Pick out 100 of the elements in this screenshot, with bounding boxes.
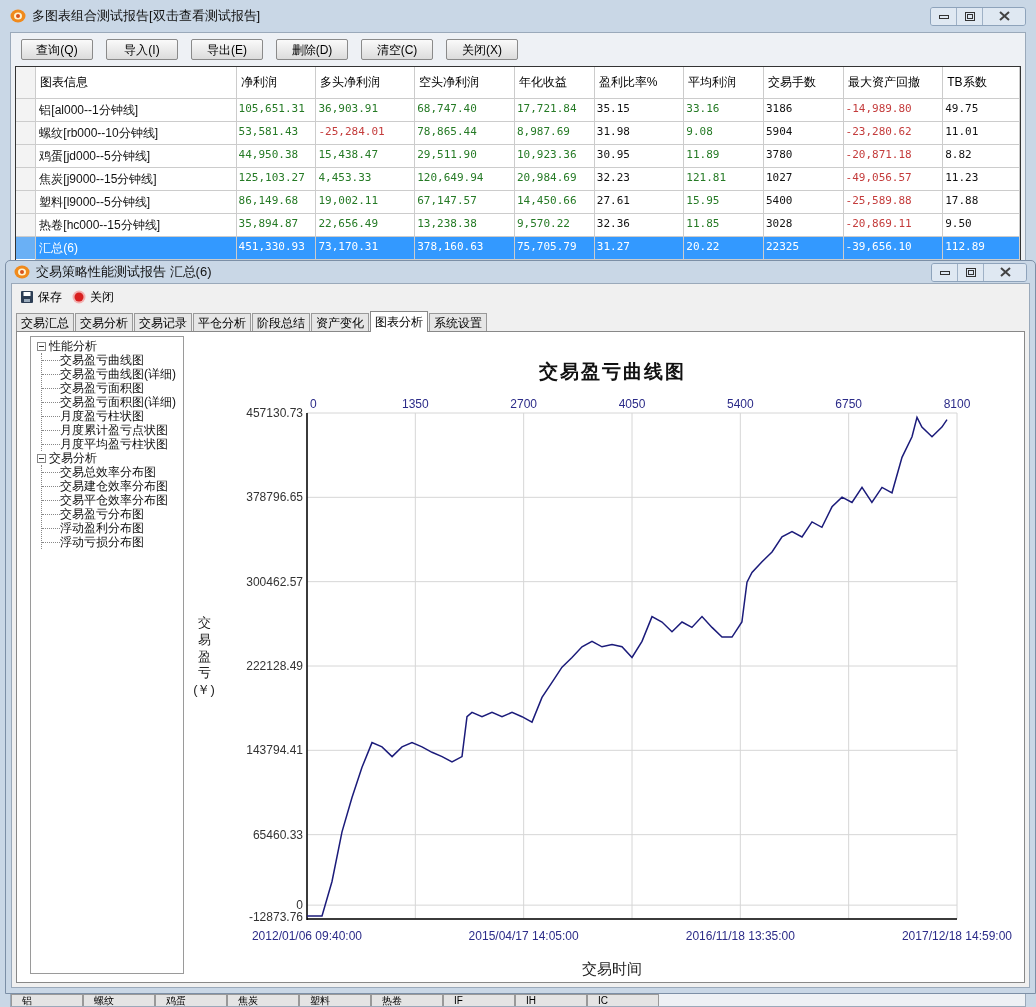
- table-cell: 112.89: [942, 236, 1020, 259]
- date-label: 2015/04/17 14:05:00: [468, 929, 579, 943]
- table-cell: 378,160.63: [414, 236, 515, 259]
- tab[interactable]: 交易记录: [134, 313, 192, 331]
- column-header[interactable]: 空头净利润: [414, 67, 515, 98]
- tree-group-label[interactable]: 性能分析: [49, 339, 97, 353]
- close-button[interactable]: [983, 7, 1025, 25]
- y-tick-label: 65460.33: [252, 827, 303, 842]
- table-row[interactable]: 热卷[hc000--15分钟线] 35,894.87 22,656.49 13,238.38 9,570.22 32.36 11.85 3028 -20,869.11 9.50: [16, 213, 1020, 236]
- x-tick-label: 2700: [510, 397, 537, 411]
- column-header[interactable]: 年化收益: [514, 67, 595, 98]
- tree-item[interactable]: 月度盈亏柱状图: [60, 409, 144, 423]
- sheet-tab[interactable]: IH: [515, 994, 587, 1006]
- column-header[interactable]: TB系数: [942, 67, 1020, 98]
- tree-item[interactable]: 交易盈亏曲线图: [60, 353, 144, 367]
- table-cell: 1027: [763, 167, 843, 190]
- table-cell: -20,871.18: [843, 144, 943, 167]
- sheet-tab[interactable]: 热卷: [371, 994, 443, 1006]
- collapse-icon[interactable]: [37, 453, 46, 463]
- minimize-button[interactable]: [931, 7, 957, 25]
- tab[interactable]: 交易汇总: [16, 313, 74, 331]
- table-row[interactable]: 焦炭[j9000--15分钟线] 125,103.27 4,453.33 120,649.94 20,984.69 32.23 121.81 1027 -49,056.57 11.23: [16, 167, 1020, 190]
- tree-item[interactable]: 交易建仓效率分布图: [60, 479, 168, 493]
- table-cell: -20,869.11: [843, 213, 943, 236]
- y-tick-label: 378796.65: [246, 490, 303, 505]
- table-row[interactable]: 铝[al000--1分钟线] 105,651.31 36,903.91 68,747.40 17,721.84 35.15 33.16 3186 -14,989.80 49.75: [16, 98, 1020, 121]
- tree-item[interactable]: 交易盈亏曲线图(详细): [60, 367, 176, 381]
- column-header[interactable]: 平均利润: [683, 67, 764, 98]
- tree-group-label[interactable]: 交易分析: [49, 451, 97, 465]
- chart-title: 交易盈亏曲线图: [538, 360, 686, 382]
- sheet-tab[interactable]: 塑料: [299, 994, 371, 1006]
- tree-item[interactable]: 交易盈亏面积图: [60, 381, 144, 395]
- stop-icon: [72, 290, 86, 304]
- table-cell: 53,581.43: [236, 121, 316, 144]
- tree-item[interactable]: 交易盈亏分布图: [60, 507, 144, 521]
- tab[interactable]: 平仓分析: [193, 313, 251, 331]
- tree-item[interactable]: 交易盈亏面积图(详细): [60, 395, 176, 409]
- column-header[interactable]: 盈利比率%: [594, 67, 684, 98]
- tree-item[interactable]: 浮动盈利分布图: [60, 521, 144, 535]
- table-cell: 75,705.79: [514, 236, 595, 259]
- maximize-button[interactable]: [958, 263, 984, 281]
- close-button[interactable]: [984, 263, 1026, 281]
- tab[interactable]: 图表分析: [370, 311, 428, 332]
- tree-item[interactable]: 交易总效率分布图: [60, 465, 156, 479]
- sheet-tab[interactable]: 鸡蛋: [155, 994, 227, 1006]
- sheet-tab[interactable]: 焦炭: [227, 994, 299, 1006]
- table-cell: 121.81: [683, 167, 764, 190]
- table-cell: 塑料[l9000--5分钟线]: [35, 190, 237, 213]
- toolbar-button[interactable]: 导入(I): [106, 39, 178, 60]
- tab[interactable]: 系统设置: [429, 313, 487, 331]
- column-header[interactable]: 多头净利润: [316, 67, 415, 98]
- tab[interactable]: 交易分析: [75, 313, 133, 331]
- table-cell: 35.15: [594, 98, 684, 121]
- toolbar-button[interactable]: 查询(Q): [21, 39, 93, 60]
- table-cell: 44,950.38: [236, 144, 316, 167]
- minimize-button[interactable]: [932, 263, 958, 281]
- table-cell: 14,450.66: [514, 190, 595, 213]
- sheet-tab[interactable]: 铝: [11, 994, 83, 1006]
- column-header[interactable]: 最大资产回撤: [843, 67, 943, 98]
- table-cell: 20,984.69: [514, 167, 595, 190]
- close-icon: [999, 267, 1011, 277]
- toolbar-button[interactable]: 删除(D): [276, 39, 348, 60]
- save-button[interactable]: 保存: [20, 288, 62, 306]
- table-cell: 4,453.33: [316, 167, 415, 190]
- x-tick-label: 1350: [402, 397, 429, 411]
- date-label: 2012/01/06 09:40:00: [251, 929, 363, 943]
- table-cell: 19,002.11: [316, 190, 415, 213]
- table-cell: 31.98: [594, 121, 684, 144]
- table-cell: -39,656.10: [843, 236, 943, 259]
- table-cell: 35,894.87: [236, 213, 316, 236]
- column-header[interactable]: 交易手数: [763, 67, 843, 98]
- tree-item[interactable]: 月度平均盈亏柱状图: [60, 437, 168, 451]
- y-tick-label: 300462.57: [246, 574, 303, 589]
- table-row[interactable]: 螺纹[rb000--10分钟线] 53,581.43 -25,284.01 78,865.44 8,987.69 31.98 9.08 5904 -23,280.62 11.01: [16, 121, 1020, 144]
- collapse-icon[interactable]: [37, 341, 46, 351]
- toolbar-button[interactable]: 导出(E): [191, 39, 263, 60]
- table-cell: 3028: [763, 213, 843, 236]
- tab[interactable]: 阶段总结: [252, 313, 310, 331]
- maximize-button[interactable]: [957, 7, 983, 25]
- sheet-tab[interactable]: IF: [443, 994, 515, 1006]
- tab[interactable]: 资产变化: [311, 313, 369, 331]
- table-row[interactable]: 塑料[l9000--5分钟线] 86,149.68 19,002.11 67,147.57 14,450.66 27.61 15.95 5400 -25,589.88 17.88: [16, 190, 1020, 213]
- tree-item[interactable]: 交易平仓效率分布图: [60, 493, 168, 507]
- column-header[interactable]: 图表信息: [35, 67, 237, 98]
- sheet-tab[interactable]: 螺纹: [83, 994, 155, 1006]
- maximize-icon: [964, 11, 975, 21]
- y-tick-label: 0: [296, 898, 303, 913]
- table-row[interactable]: 鸡蛋[jd000--5分钟线] 44,950.38 15,438.47 29,511.90 10,923.36 30.95 11.89 3780 -20,871.18 8.82: [16, 144, 1020, 167]
- toolbar-button[interactable]: 清空(C): [361, 39, 433, 60]
- table-cell: 78,865.44: [414, 121, 515, 144]
- close-report-button[interactable]: 关闭: [72, 288, 114, 306]
- tree-item[interactable]: 月度累计盈亏点状图: [60, 423, 168, 437]
- app-logo-icon: [10, 9, 26, 23]
- sheet-tab[interactable]: IC: [587, 994, 659, 1006]
- tree-item[interactable]: 浮动亏损分布图: [60, 535, 144, 549]
- column-header[interactable]: 净利润: [236, 67, 316, 98]
- table-cell: 13,238.38: [414, 213, 515, 236]
- toolbar-button[interactable]: 关闭(X): [446, 39, 518, 60]
- table-cell: 22325: [763, 236, 843, 259]
- table-cell: 32.23: [594, 167, 684, 190]
